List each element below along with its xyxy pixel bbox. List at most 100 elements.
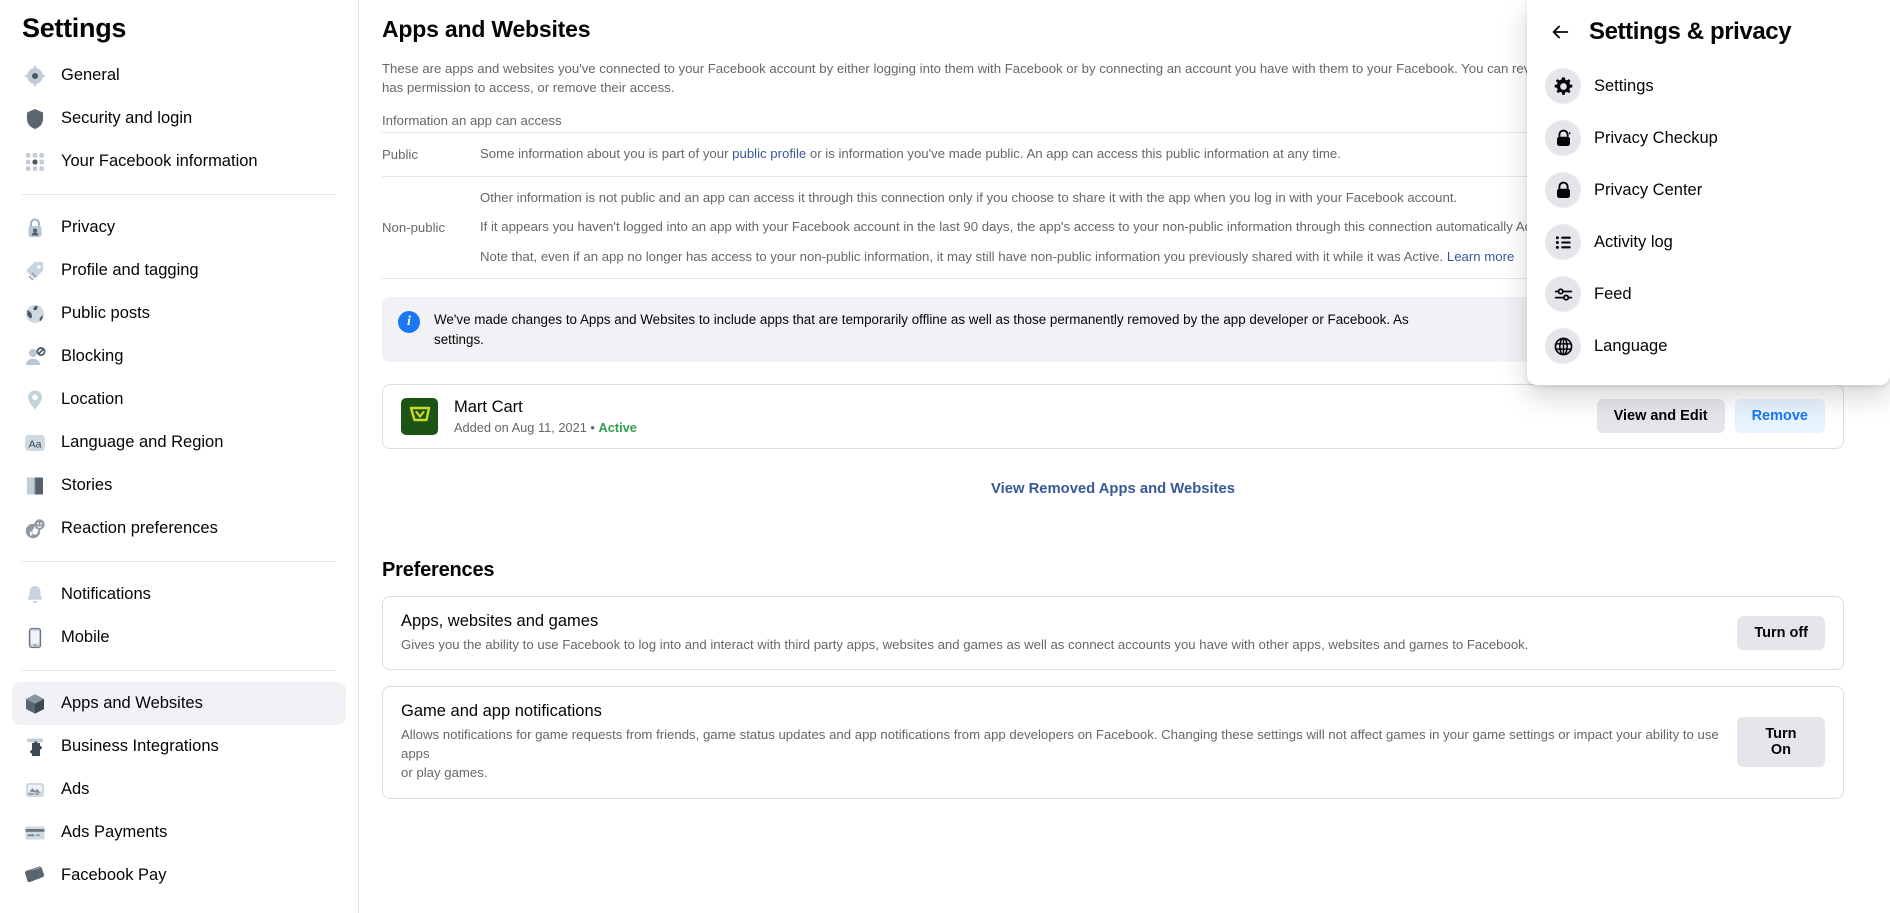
sidebar-divider [22, 561, 336, 562]
phone-icon [22, 625, 47, 650]
access-type-label: Non-public [382, 175, 480, 280]
preferences-heading: Preferences [382, 558, 495, 581]
panel-title: Settings & privacy [1589, 18, 1792, 45]
remove-app-button[interactable]: Remove [1734, 399, 1825, 434]
sidebar-item-language-and-region[interactable]: Aa Language and Region [12, 421, 346, 464]
ad-image-icon [22, 777, 47, 802]
sidebar-item-label: Your Facebook information [61, 152, 258, 170]
panel-item-privacy-center[interactable]: Privacy Center [1537, 164, 1880, 216]
view-and-edit-button[interactable]: View and Edit [1596, 399, 1725, 434]
preference-toggle-button[interactable]: Turn off [1737, 616, 1825, 651]
sidebar-item-ads[interactable]: Ads [12, 768, 346, 811]
sliders-icon [1545, 276, 1581, 312]
sidebar-item-blocking[interactable]: Blocking [12, 335, 346, 378]
grid-dots-icon [22, 149, 47, 174]
sidebar-item-business-integrations[interactable]: Business Integrations [12, 725, 346, 768]
description-text: Some information about you is part of yo… [480, 146, 733, 162]
panel-item-activity-log[interactable]: Activity log [1537, 216, 1880, 268]
sidebar-item-label: Language and Region [61, 433, 224, 451]
settings-privacy-panel: Settings & privacy Settings Privacy Check… [1527, 0, 1890, 385]
arrow-left-icon[interactable] [1547, 19, 1573, 45]
gear-icon [1545, 68, 1581, 104]
inline-link[interactable]: public profile [732, 146, 806, 161]
preference-title: Apps, websites and games [401, 611, 599, 630]
sidebar-item-mobile[interactable]: Mobile [12, 616, 346, 659]
list-icon [1545, 224, 1581, 260]
description-text-tail: or is information you've made public. An… [806, 146, 1341, 162]
panel-item-privacy-checkup[interactable]: Privacy Checkup [1537, 112, 1880, 164]
status-badge: Active [598, 419, 637, 435]
panel-item-label: Privacy Checkup [1594, 128, 1718, 147]
credit-card-icon [22, 820, 47, 845]
sidebar-item-apps-and-websites[interactable]: Apps and Websites [12, 682, 346, 725]
inline-link[interactable]: Learn more [1447, 249, 1514, 264]
sidebar-item-label: Profile and tagging [61, 261, 199, 279]
app-added-date: Added on Aug 11, 2021 [454, 419, 587, 435]
sidebar-item-label: Stories [61, 476, 113, 494]
sidebar-item-label: Business Integrations [61, 737, 219, 755]
sidebar-item-label: Notifications [61, 585, 151, 603]
sidebar-item-label: Security and login [61, 109, 193, 127]
sidebar-item-general[interactable]: General [12, 54, 346, 97]
sidebar-item-label: Ads [61, 780, 90, 798]
puzzle-icon [22, 734, 47, 759]
sidebar-item-label: Blocking [61, 347, 124, 365]
sidebar-item-label: Privacy [61, 218, 116, 236]
lock-icon [1545, 172, 1581, 208]
tag-icon [22, 258, 47, 283]
panel-item-label: Feed [1594, 284, 1632, 303]
preference-description: Allows notifications for game requests f… [401, 727, 1719, 781]
info-banner-text: We've made changes to Apps and Websites … [434, 312, 1409, 347]
sidebar-divider [22, 670, 336, 671]
shield-icon [22, 106, 47, 131]
app-meta: Mart Cart Added on Aug 11, 2021 • Active [454, 398, 1597, 435]
info-banner: i We've made changes to Apps and Website… [382, 297, 1592, 362]
sidebar-item-security-and-login[interactable]: Security and login [12, 97, 346, 140]
sidebar-item-public-posts[interactable]: Public posts [12, 292, 346, 335]
sidebar-item-notifications[interactable]: Notifications [12, 573, 346, 616]
panel-item-label: Privacy Center [1594, 180, 1703, 199]
description-text: Note that, even if an app no longer has … [480, 248, 1447, 264]
lock-check-icon [1545, 120, 1581, 156]
sidebar-item-label: Ads Payments [61, 823, 168, 841]
preference-title: Game and app notifications [401, 702, 602, 721]
sidebar-item-stories[interactable]: Stories [12, 464, 346, 507]
sidebar-item-profile-and-tagging[interactable]: Profile and tagging [12, 249, 346, 292]
wallet-icon [22, 863, 47, 888]
sidebar-item-facebook-pay[interactable]: Facebook Pay [12, 854, 346, 897]
preference-body: Apps, websites and games Gives you the ab… [401, 612, 1737, 654]
preference-description: Gives you the ability to use Facebook to… [401, 636, 1529, 652]
sidebar-item-ads-payments[interactable]: Ads Payments [12, 811, 346, 854]
preference-card: Apps, websites and games Gives you the ab… [382, 595, 1844, 671]
info-icon: i [398, 311, 420, 334]
panel-item-label: Language [1594, 336, 1668, 355]
book-icon [22, 473, 47, 498]
cube-icon [22, 691, 47, 716]
panel-header: Settings & privacy [1537, 8, 1880, 60]
app-separator: • [590, 419, 595, 435]
thumbs-up-icon [22, 516, 47, 541]
description-text: If it appears you haven't logged into an… [480, 219, 1619, 235]
preference-toggle-button[interactable]: Turn On [1736, 717, 1825, 768]
panel-item-settings[interactable]: Settings [1537, 60, 1880, 112]
sidebar-item-reaction-preferences[interactable]: Reaction preferences [12, 507, 346, 550]
shopping-cart-icon [401, 397, 438, 435]
sidebar-item-label: Location [61, 390, 124, 408]
sidebar-item-label: Mobile [61, 628, 110, 646]
panel-item-feed[interactable]: Feed [1537, 268, 1880, 320]
panel-item-label: Activity log [1594, 232, 1673, 251]
person-block-icon [22, 344, 47, 369]
globe-icon [22, 301, 47, 326]
sidebar-item-your-facebook-information[interactable]: Your Facebook information [12, 140, 346, 183]
sidebar-item-location[interactable]: Location [12, 378, 346, 421]
app-name: Mart Cart [454, 397, 523, 416]
sidebar-item-label: Apps and Websites [61, 694, 203, 712]
sidebar-item-privacy[interactable]: Privacy [12, 206, 346, 249]
aa-text-icon: Aa [22, 430, 47, 455]
access-type-label: Public [382, 132, 480, 177]
gear-icon [22, 63, 47, 88]
panel-item-language[interactable]: Language [1537, 320, 1880, 372]
connected-app-card: Mart Cart Added on Aug 11, 2021 • Active… [382, 383, 1844, 449]
view-removed-apps-link[interactable]: View Removed Apps and Websites [382, 481, 1844, 497]
sidebar-item-label: Public posts [61, 304, 150, 322]
